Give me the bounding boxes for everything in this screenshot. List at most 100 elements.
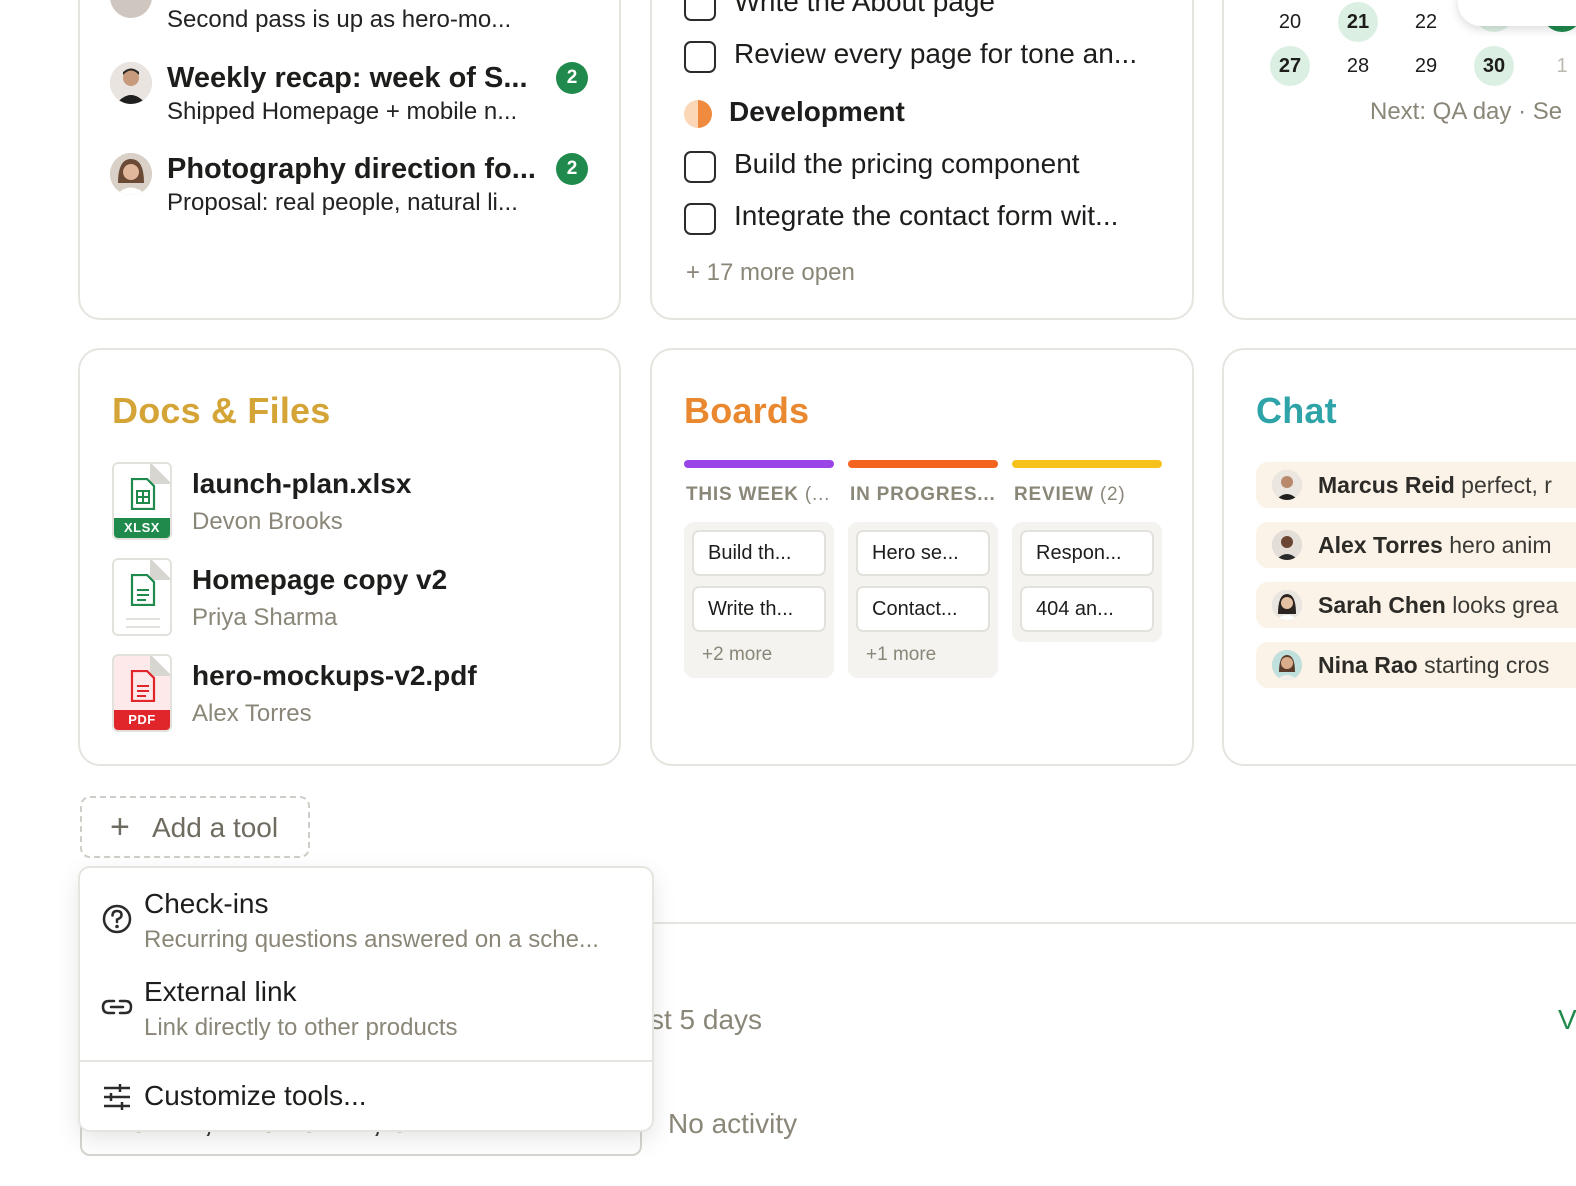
- doc-author: Devon Brooks: [192, 508, 343, 535]
- board-card[interactable]: Build th...: [692, 530, 826, 576]
- section-divider: [652, 922, 1576, 924]
- doc-author: Priya Sharma: [192, 604, 338, 631]
- column-body: Build th... Write th... +2 more: [684, 522, 834, 678]
- calendar-day-has-event[interactable]: 30: [1474, 46, 1514, 86]
- todo-checkbox[interactable]: [684, 203, 716, 235]
- todo-text: Build the pricing component: [734, 148, 1080, 179]
- todo-checkbox[interactable]: [684, 151, 716, 183]
- message-title: Photography direction fo...: [167, 153, 536, 185]
- column-color-bar: [1012, 460, 1162, 468]
- chat-message[interactable]: Alex Torres hero anim: [1256, 522, 1576, 568]
- board-card[interactable]: Write th...: [692, 586, 826, 632]
- avatar: [110, 62, 152, 104]
- board-card[interactable]: Respon...: [1020, 530, 1154, 576]
- menu-item-description: Link directly to other products: [144, 1014, 458, 1041]
- column-header: REVIEW (2): [1014, 484, 1126, 505]
- chat-message[interactable]: Marcus Reid perfect, r: [1256, 462, 1576, 508]
- chat-message[interactable]: Sarah Chen looks grea: [1256, 582, 1576, 628]
- spreadsheet-file-icon: XLSX: [112, 462, 172, 540]
- chat-text: Nina Rao starting cros: [1318, 652, 1550, 678]
- unread-badge: 2: [556, 153, 588, 185]
- avatar: [1272, 530, 1302, 560]
- todo-text: Review every page for tone an...: [734, 38, 1138, 69]
- menu-item-external-link[interactable]: External link Link directly to other pro…: [80, 974, 652, 1054]
- doc-item[interactable]: XLSX launch-plan.xlsx Devon Brooks: [112, 462, 612, 542]
- message-title: Weekly recap: week of S...: [167, 62, 528, 94]
- doc-item[interactable]: Homepage copy v2 Priya Sharma: [112, 558, 612, 638]
- question-circle-icon: [102, 904, 132, 934]
- chat-text: Sarah Chen looks grea: [1318, 592, 1559, 618]
- plus-icon: +: [110, 808, 130, 846]
- calendar-day-has-event[interactable]: 27: [1270, 46, 1310, 86]
- avatar: [1272, 650, 1302, 680]
- avatar: [110, 153, 152, 195]
- activity-right-link[interactable]: V: [1558, 1004, 1576, 1036]
- unread-badge: 2: [556, 62, 588, 94]
- column-header: IN PROGRES...: [850, 484, 996, 505]
- next-event-text[interactable]: Next: QA day · Se: [1370, 98, 1562, 126]
- doc-name: Homepage copy v2: [192, 564, 448, 595]
- todo-checkbox[interactable]: [684, 41, 716, 73]
- todo-text: Write the About page: [734, 0, 995, 17]
- menu-item-label: External link: [144, 976, 297, 1007]
- column-color-bar: [848, 460, 998, 468]
- doc-name: launch-plan.xlsx: [192, 468, 412, 499]
- calendar-day-has-event[interactable]: 21: [1338, 2, 1378, 42]
- todos-card: Write the About page Review every page f…: [650, 0, 1194, 320]
- doc-author: Alex Torres: [192, 700, 312, 727]
- column-header: THIS WEEK (...: [686, 484, 831, 505]
- chat-text: Marcus Reid perfect, r: [1318, 472, 1552, 498]
- todo-group-title: Development: [729, 96, 905, 127]
- card-title[interactable]: Docs & Files: [112, 390, 330, 432]
- menu-item-description: Recurring questions answered on a sche..…: [144, 926, 599, 953]
- calendar-day[interactable]: 20: [1270, 2, 1310, 42]
- board-card[interactable]: Hero se...: [856, 530, 990, 576]
- activity-range-text: st 5 days: [650, 1004, 763, 1035]
- doc-item[interactable]: PDF hero-mockups-v2.pdf Alex Torres: [112, 654, 612, 734]
- menu-item-check-ins[interactable]: Check-ins Recurring questions answered o…: [80, 886, 652, 966]
- message-preview: Proposal: real people, natural li...: [167, 189, 518, 216]
- message-preview: Second pass is up as hero-mo...: [167, 6, 512, 33]
- pdf-file-icon: PDF: [112, 654, 172, 732]
- calendar-day[interactable]: 29: [1406, 46, 1446, 86]
- column-body: Hero se... Contact... +1 more: [848, 522, 998, 678]
- link-icon: [101, 999, 133, 1015]
- todo-text: Integrate the contact form wit...: [734, 200, 1119, 231]
- chat-message[interactable]: Nina Rao starting cros: [1256, 642, 1576, 688]
- menu-item-customize-tools[interactable]: Customize tools...: [80, 1068, 652, 1128]
- board-card[interactable]: 404 an...: [1020, 586, 1154, 632]
- chat-card: Chat Marcus Reid perfect, r Alex Torres …: [1222, 348, 1576, 766]
- avatar: [110, 0, 152, 18]
- column-color-bar: [684, 460, 834, 468]
- calendar-day[interactable]: 1: [1542, 46, 1576, 86]
- sliders-icon: [104, 1084, 130, 1110]
- card-title[interactable]: Boards: [684, 390, 809, 432]
- no-activity-text: No activity: [668, 1108, 798, 1139]
- chat-text: Alex Torres hero anim: [1318, 532, 1552, 558]
- add-tool-button[interactable]: + Add a tool: [80, 796, 310, 858]
- avatar: [1272, 590, 1302, 620]
- calendar-day[interactable]: 22: [1406, 2, 1446, 42]
- todo-checkbox[interactable]: [684, 0, 716, 21]
- docs-files-card: Docs & Files XLSX launch-plan.xlsx Devon…: [78, 348, 621, 766]
- column-body: Respon... 404 an...: [1012, 522, 1162, 642]
- menu-separator: [80, 1060, 652, 1062]
- schedule-card: 20 21 22 27 28 29 30 1 Next: QA day · Se: [1222, 0, 1576, 320]
- document-file-icon: [112, 558, 172, 636]
- calendar-day[interactable]: 28: [1338, 46, 1378, 86]
- more-cards-link[interactable]: +1 more: [866, 644, 936, 666]
- more-open-link[interactable]: + 17 more open: [686, 259, 855, 287]
- progress-pie-icon: [684, 100, 712, 128]
- add-tool-label: Add a tool: [152, 812, 279, 843]
- calendar-navigation-button[interactable]: [1458, 0, 1576, 26]
- card-title[interactable]: Chat: [1256, 390, 1337, 432]
- menu-item-label: Customize tools...: [144, 1080, 367, 1111]
- more-cards-link[interactable]: +2 more: [702, 644, 772, 666]
- add-tool-menu: Check-ins Recurring questions answered o…: [78, 866, 654, 1132]
- board-card[interactable]: Contact...: [856, 586, 990, 632]
- message-board-card: Second pass is up as hero-mo... Weekly r…: [78, 0, 621, 320]
- message-preview: Shipped Homepage + mobile n...: [167, 98, 518, 125]
- menu-item-label: Check-ins: [144, 888, 269, 919]
- doc-name: hero-mockups-v2.pdf: [192, 660, 477, 691]
- file-type-tag: PDF: [114, 710, 170, 730]
